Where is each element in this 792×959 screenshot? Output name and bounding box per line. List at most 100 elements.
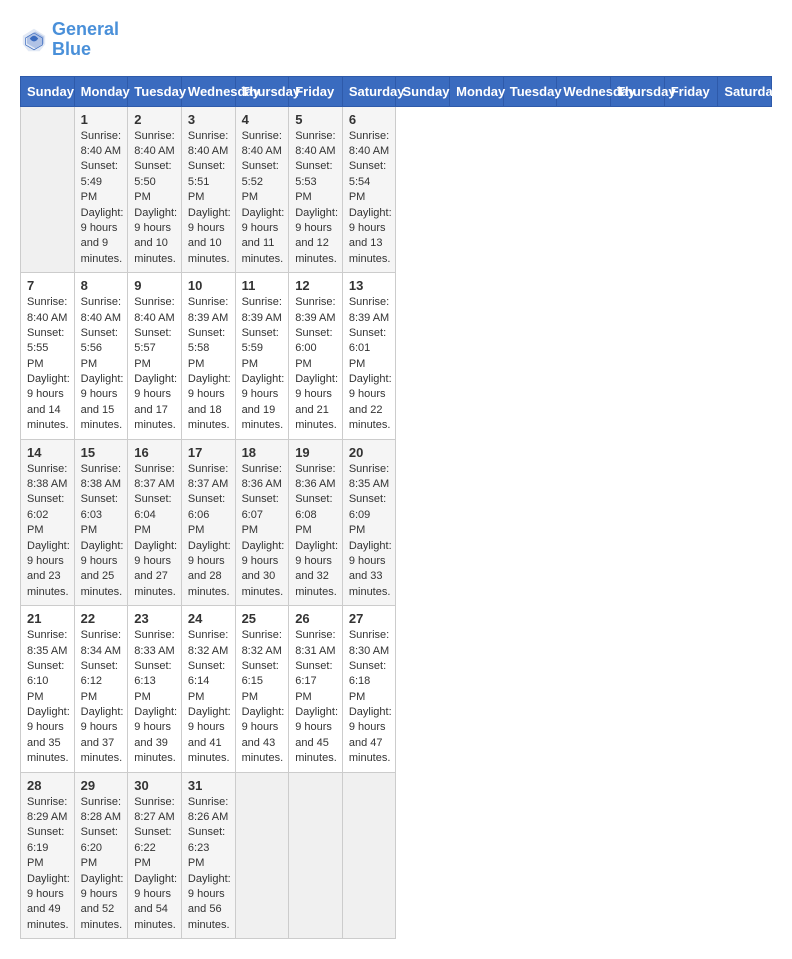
day-number: 23 [134, 611, 175, 626]
calendar-cell: 30Sunrise: 8:27 AM Sunset: 6:22 PM Dayli… [128, 772, 182, 939]
calendar-cell: 6Sunrise: 8:40 AM Sunset: 5:54 PM Daylig… [342, 106, 396, 273]
day-header-friday: Friday [289, 76, 343, 106]
calendar-cell: 1Sunrise: 8:40 AM Sunset: 5:49 PM Daylig… [74, 106, 128, 273]
day-number: 31 [188, 778, 229, 793]
day-number: 10 [188, 278, 229, 293]
calendar-cell: 4 Sunrise: 8:40 AM Sunset: 5:52 PM Daylig… [235, 106, 289, 273]
day-number: 15 [81, 445, 122, 460]
calendar-cell: 28 Sunrise: 8:29 AM Sunset: 6:19 PM Dayli… [21, 772, 75, 939]
day-number: 24 [188, 611, 229, 626]
calendar-cell: 29 Sunrise: 8:28 AM Sunset: 6:20 PM Dayli… [74, 772, 128, 939]
day-header-thursday: Thursday [235, 76, 289, 106]
calendar-cell: 22 Sunrise: 8:34 AM Sunset: 6:12 PM Dayli… [74, 606, 128, 773]
cell-content: Sunrise: 8:36 AM Sunset: 6:07 PM Dayligh… [242, 462, 283, 601]
day-number: 8 [81, 278, 122, 293]
calendar-cell: 9 Sunrise: 8:40 AM Sunset: 5:57 PM Daylig… [128, 273, 182, 440]
day-header-saturday: Saturday [718, 76, 772, 106]
calendar-cell: 17 Sunrise: 8:37 AM Sunset: 6:06 PM Dayli… [181, 439, 235, 606]
day-number: 21 [27, 611, 68, 626]
day-number: 25 [242, 611, 283, 626]
calendar-cell: 19 Sunrise: 8:36 AM Sunset: 6:08 PM Dayli… [289, 439, 343, 606]
cell-content: Sunrise: 8:40 AM Sunset: 5:52 PM Dayligh… [242, 129, 283, 268]
day-number: 12 [295, 278, 336, 293]
calendar-cell [342, 772, 396, 939]
day-header-sunday: Sunday [21, 76, 75, 106]
day-number: 19 [295, 445, 336, 460]
day-number: 29 [81, 778, 122, 793]
calendar-week-1: 1Sunrise: 8:40 AM Sunset: 5:49 PM Daylig… [21, 106, 772, 273]
calendar-cell: 25 Sunrise: 8:32 AM Sunset: 6:15 PM Dayli… [235, 606, 289, 773]
day-number: 17 [188, 445, 229, 460]
day-number: 22 [81, 611, 122, 626]
cell-content: Sunrise: 8:37 AM Sunset: 6:06 PM Dayligh… [188, 462, 229, 601]
cell-content: Sunrise: 8:36 AM Sunset: 6:08 PM Dayligh… [295, 462, 336, 601]
calendar-cell: 20 Sunrise: 8:35 AM Sunset: 6:09 PM Dayli… [342, 439, 396, 606]
logo-text: General Blue [52, 20, 119, 60]
cell-content: Sunrise: 8:35 AM Sunset: 6:09 PM Dayligh… [349, 462, 390, 601]
calendar-week-3: 14 Sunrise: 8:38 AM Sunset: 6:02 PM Dayli… [21, 439, 772, 606]
logo-icon [20, 26, 48, 54]
day-header-monday: Monday [74, 76, 128, 106]
cell-content: Sunrise: 8:34 AM Sunset: 6:12 PM Dayligh… [81, 628, 122, 767]
day-header-wednesday: Wednesday [557, 76, 611, 106]
calendar-cell: 26 Sunrise: 8:31 AM Sunset: 6:17 PM Dayli… [289, 606, 343, 773]
cell-content: Sunrise: 8:32 AM Sunset: 6:14 PM Dayligh… [188, 628, 229, 767]
day-number: 27 [349, 611, 390, 626]
calendar-cell: 13Sunrise: 8:39 AM Sunset: 6:01 PM Dayli… [342, 273, 396, 440]
day-number: 7 [27, 278, 68, 293]
calendar-table: SundayMondayTuesdayWednesdayThursdayFrid… [20, 76, 772, 940]
calendar-cell: 23Sunrise: 8:33 AM Sunset: 6:13 PM Dayli… [128, 606, 182, 773]
cell-content: Sunrise: 8:28 AM Sunset: 6:20 PM Dayligh… [81, 795, 122, 934]
page-header: General Blue [20, 20, 772, 60]
cell-content: Sunrise: 8:37 AM Sunset: 6:04 PM Dayligh… [134, 462, 175, 601]
calendar-cell [235, 772, 289, 939]
cell-content: Sunrise: 8:26 AM Sunset: 6:23 PM Dayligh… [188, 795, 229, 934]
calendar-cell [289, 772, 343, 939]
cell-content: Sunrise: 8:32 AM Sunset: 6:15 PM Dayligh… [242, 628, 283, 767]
cell-content: Sunrise: 8:39 AM Sunset: 5:59 PM Dayligh… [242, 295, 283, 434]
calendar-cell: 21Sunrise: 8:35 AM Sunset: 6:10 PM Dayli… [21, 606, 75, 773]
calendar-cell: 14 Sunrise: 8:38 AM Sunset: 6:02 PM Dayli… [21, 439, 75, 606]
cell-content: Sunrise: 8:40 AM Sunset: 5:57 PM Dayligh… [134, 295, 175, 434]
day-number: 30 [134, 778, 175, 793]
cell-content: Sunrise: 8:39 AM Sunset: 6:00 PM Dayligh… [295, 295, 336, 434]
day-number: 1 [81, 112, 122, 127]
day-header-tuesday: Tuesday [128, 76, 182, 106]
calendar-cell: 8 Sunrise: 8:40 AM Sunset: 5:56 PM Daylig… [74, 273, 128, 440]
day-number: 9 [134, 278, 175, 293]
cell-content: Sunrise: 8:38 AM Sunset: 6:02 PM Dayligh… [27, 462, 68, 601]
calendar-cell: 11 Sunrise: 8:39 AM Sunset: 5:59 PM Dayli… [235, 273, 289, 440]
logo: General Blue [20, 20, 119, 60]
day-number: 20 [349, 445, 390, 460]
cell-content: Sunrise: 8:30 AM Sunset: 6:18 PM Dayligh… [349, 628, 390, 767]
day-number: 4 [242, 112, 283, 127]
day-number: 6 [349, 112, 390, 127]
day-number: 5 [295, 112, 336, 127]
day-header-monday: Monday [450, 76, 504, 106]
day-number: 16 [134, 445, 175, 460]
day-number: 13 [349, 278, 390, 293]
day-number: 3 [188, 112, 229, 127]
day-number: 11 [242, 278, 283, 293]
calendar-cell: 5Sunrise: 8:40 AM Sunset: 5:53 PM Daylig… [289, 106, 343, 273]
day-header-thursday: Thursday [611, 76, 665, 106]
calendar-week-4: 21Sunrise: 8:35 AM Sunset: 6:10 PM Dayli… [21, 606, 772, 773]
calendar-cell: 10Sunrise: 8:39 AM Sunset: 5:58 PM Dayli… [181, 273, 235, 440]
day-header-saturday: Saturday [342, 76, 396, 106]
cell-content: Sunrise: 8:31 AM Sunset: 6:17 PM Dayligh… [295, 628, 336, 767]
day-number: 28 [27, 778, 68, 793]
calendar-cell: 7 Sunrise: 8:40 AM Sunset: 5:55 PM Daylig… [21, 273, 75, 440]
calendar-cell: 2Sunrise: 8:40 AM Sunset: 5:50 PM Daylig… [128, 106, 182, 273]
calendar-cell: 15 Sunrise: 8:38 AM Sunset: 6:03 PM Dayli… [74, 439, 128, 606]
cell-content: Sunrise: 8:40 AM Sunset: 5:56 PM Dayligh… [81, 295, 122, 434]
calendar-cell [21, 106, 75, 273]
day-number: 14 [27, 445, 68, 460]
cell-content: Sunrise: 8:29 AM Sunset: 6:19 PM Dayligh… [27, 795, 68, 934]
calendar-cell: 27 Sunrise: 8:30 AM Sunset: 6:18 PM Dayli… [342, 606, 396, 773]
cell-content: Sunrise: 8:40 AM Sunset: 5:55 PM Dayligh… [27, 295, 68, 434]
day-header-wednesday: Wednesday [181, 76, 235, 106]
day-number: 26 [295, 611, 336, 626]
calendar-cell: 31 Sunrise: 8:26 AM Sunset: 6:23 PM Dayli… [181, 772, 235, 939]
calendar-week-2: 7 Sunrise: 8:40 AM Sunset: 5:55 PM Daylig… [21, 273, 772, 440]
cell-content: Sunrise: 8:38 AM Sunset: 6:03 PM Dayligh… [81, 462, 122, 601]
